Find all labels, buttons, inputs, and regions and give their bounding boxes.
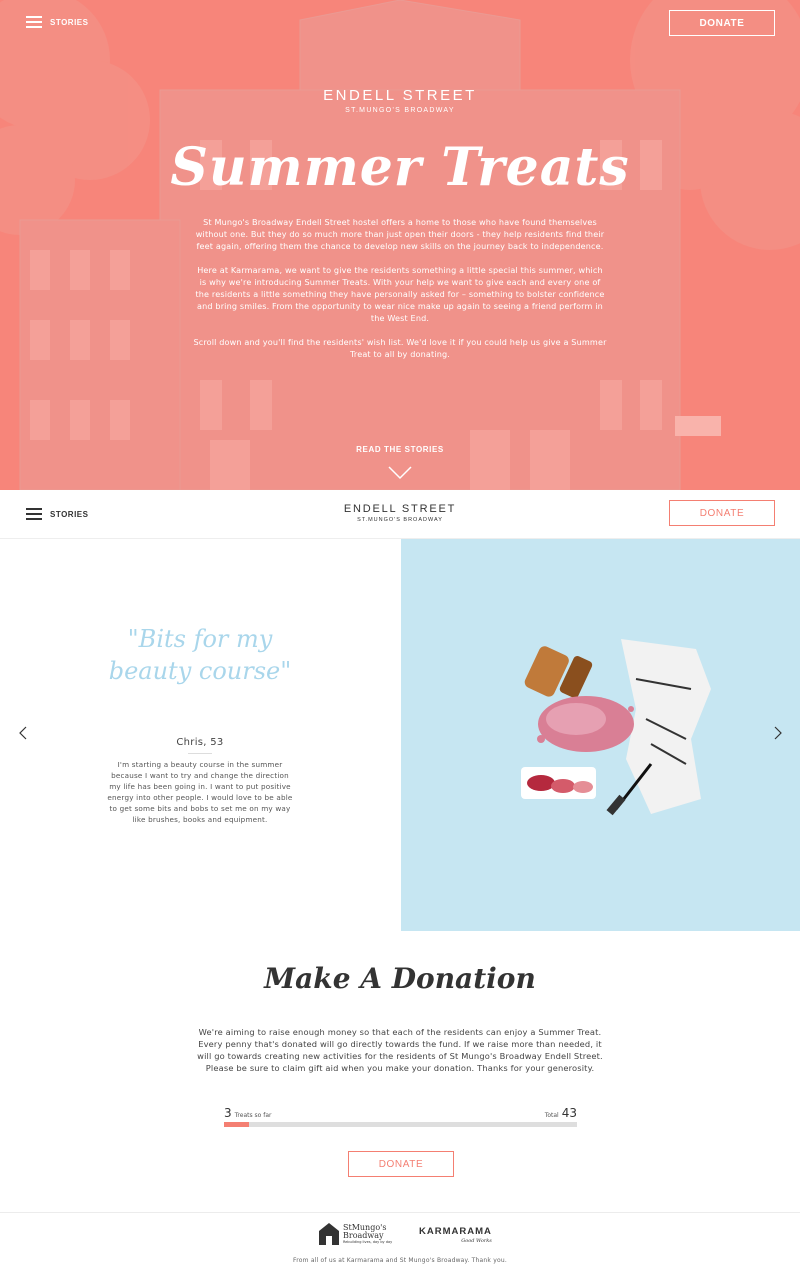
treats-total-label: Total (544, 1112, 559, 1119)
story-carousel: "Bits for my beauty course" Chris, 53 I'… (0, 539, 800, 931)
read-stories-link[interactable]: READ THE STORIES (0, 445, 800, 454)
hero-intro-text: St Mungo's Broadway Endell Street hostel… (193, 216, 607, 372)
treats-so-far: 3 Treats so far (224, 1106, 271, 1120)
divider (188, 753, 212, 754)
house-icon (319, 1223, 339, 1245)
treats-total: Total 43 (545, 1106, 577, 1120)
hero-paragraph: Here at Karmarama, we want to give the r… (195, 265, 605, 323)
hero-stories-label: STORIES (50, 17, 89, 27)
story-image-panel (401, 539, 800, 931)
treats-so-far-label: Treats so far (234, 1112, 272, 1119)
chevron-left-icon[interactable] (16, 725, 30, 741)
hero-brand: ENDELL STREET ST.MUNGO'S BROADWAY (0, 87, 800, 114)
hero-paragraph: Scroll down and you'll find the resident… (193, 337, 607, 359)
donation-progress-fill (224, 1122, 249, 1127)
hero-donate-button[interactable]: DONATE (669, 10, 775, 36)
stmungos-tagline: Rebuilding lives, day by day (343, 1240, 393, 1244)
story-person: Chris, 53 (176, 737, 224, 748)
stmungos-logo-line2: Broadway (343, 1231, 384, 1240)
donation-progress-bar (224, 1122, 577, 1127)
treats-so-far-value: 3 (224, 1106, 232, 1120)
story-description: I'm starting a beauty course in the summ… (107, 760, 293, 824)
story-quote: "Bits for my beauty course" (108, 625, 292, 685)
treats-total-value: 43 (561, 1106, 577, 1120)
hamburger-icon (26, 16, 42, 28)
top-navbar: STORIES ENDELL STREET ST.MUNGO'S BROADWA… (0, 490, 800, 539)
story-text-panel: "Bits for my beauty course" Chris, 53 I'… (0, 539, 401, 931)
hero-paragraph: St Mungo's Broadway Endell Street hostel… (195, 217, 605, 251)
hero-brand-subtitle: ST.MUNGO'S BROADWAY (345, 107, 455, 114)
hero-stories-menu[interactable]: STORIES (26, 16, 88, 28)
chevron-down-icon[interactable] (388, 466, 412, 480)
footer-text: From all of us at Karmarama and St Mungo… (293, 1257, 507, 1264)
donation-title: Make A Donation (264, 962, 536, 995)
navbar-donate-button[interactable]: DONATE (669, 500, 775, 526)
hero-title: Summer Treats (170, 137, 630, 198)
donate-button[interactable]: DONATE (348, 1151, 454, 1177)
makeup-items-image (521, 639, 711, 816)
chevron-right-icon[interactable] (771, 725, 785, 741)
hero-brand-title: ENDELL STREET (323, 87, 477, 104)
hero-section: STORIES DONATE ENDELL STREET ST.MUNGO'S … (0, 0, 800, 490)
karmarama-logo[interactable]: KARMARAMA Good Works (419, 1226, 492, 1244)
karmarama-tagline: Good Works (461, 1238, 492, 1244)
footer-divider (0, 1212, 800, 1213)
donation-text: We're aiming to raise enough money so th… (197, 1027, 603, 1073)
stmungos-logo[interactable]: StMungo's Broadway Rebuilding lives, day… (318, 1222, 392, 1246)
donation-progress-labels: 3 Treats so far Total 43 (224, 1104, 577, 1120)
karmarama-logo-text: KARMARAMA (419, 1226, 492, 1237)
